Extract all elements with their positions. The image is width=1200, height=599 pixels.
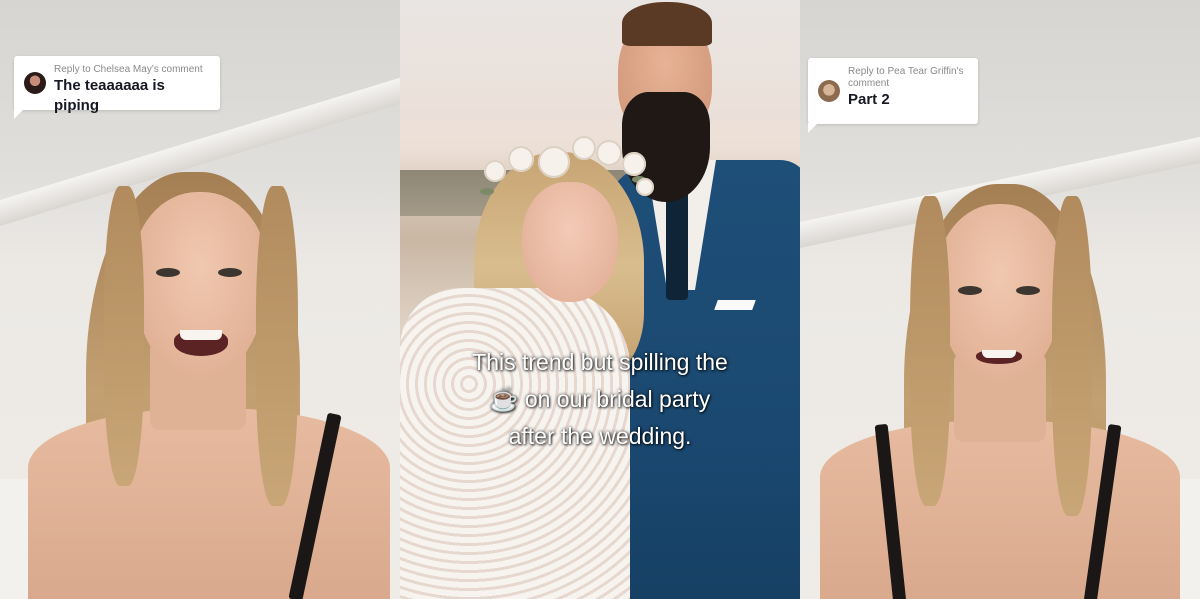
flower — [572, 136, 596, 160]
pocket-square — [714, 300, 756, 310]
coffee-cup-icon: ☕ — [489, 386, 519, 412]
open-mouth — [174, 330, 228, 356]
groom-tie — [666, 190, 688, 300]
flower — [538, 146, 570, 178]
flower — [636, 178, 654, 196]
comment-text: The teaaaaaa is piping — [54, 77, 165, 114]
reply-label: Reply to Pea Tear Griffin's comment — [848, 66, 964, 89]
eye — [156, 268, 180, 277]
bride-face — [522, 182, 618, 302]
caption-line: after the wedding. — [508, 423, 692, 449]
flower — [508, 146, 534, 172]
eye — [958, 286, 982, 295]
right-video-frame: Reply to Pea Tear Griffin's comment Part… — [800, 0, 1200, 599]
left-video-frame: Reply to Chelsea May's comment The teaaa… — [0, 0, 400, 599]
flower — [622, 152, 646, 176]
eye — [1016, 286, 1040, 295]
caption-line: This trend but spilling the — [472, 349, 728, 375]
hair-strand — [256, 186, 298, 506]
hair-strand — [1052, 196, 1092, 516]
woman-torso — [820, 420, 1180, 599]
reply-label: Reply to Chelsea May's comment — [54, 64, 203, 75]
hair-strand — [104, 186, 144, 486]
flower — [484, 160, 506, 182]
flower — [596, 140, 622, 166]
comment-text: Part 2 — [848, 91, 890, 108]
eye — [218, 268, 242, 277]
mouth — [976, 350, 1022, 364]
groom-hair — [622, 2, 712, 46]
commenter-avatar — [818, 80, 840, 102]
video-caption: This trend but spilling the ☕ on our bri… — [400, 344, 800, 455]
commenter-avatar — [24, 72, 46, 94]
hair-strand — [910, 196, 950, 506]
comment-reply-bubble[interactable]: Reply to Chelsea May's comment The teaaa… — [14, 56, 220, 119]
leaf — [480, 188, 494, 195]
center-video-frame: This trend but spilling the ☕ on our bri… — [400, 0, 800, 599]
comment-reply-bubble[interactable]: Reply to Pea Tear Griffin's comment Part… — [808, 58, 978, 133]
caption-line: ☕ on our bridal party — [400, 381, 800, 418]
